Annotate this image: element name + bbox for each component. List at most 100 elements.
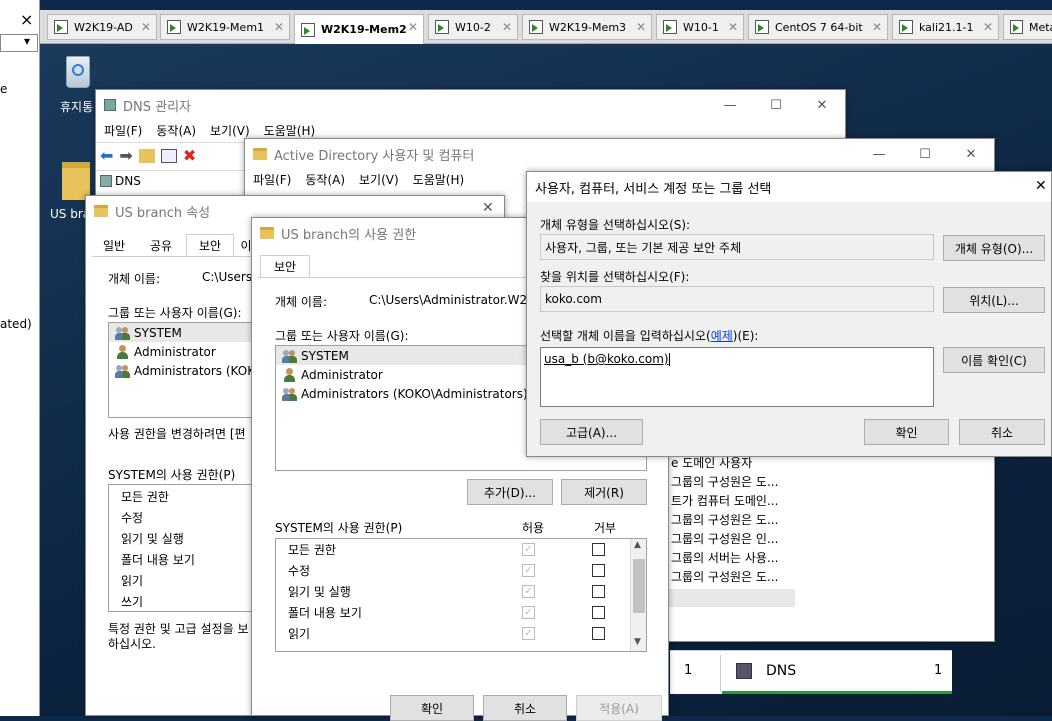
- perm-row: 폴더 내용 보기: [121, 553, 195, 567]
- host-close-icon[interactable]: ×: [20, 10, 33, 29]
- close-icon[interactable]: ✕: [799, 90, 845, 120]
- list-item[interactable]: Administrators (KOKO: [109, 361, 267, 380]
- dns-window-controls: — ☐ ✕: [707, 90, 845, 120]
- list-item[interactable]: 그룹의 구성원은 도...: [665, 472, 825, 491]
- close-tab-icon[interactable]: ✕: [502, 20, 512, 34]
- up-folder-icon[interactable]: [138, 148, 155, 163]
- cancel-button[interactable]: 취소: [959, 419, 1045, 445]
- perm-list[interactable]: 모든 권한 수정 읽기 및 실행 폴더 내용 보기 읽기 쓰기: [108, 484, 268, 612]
- folder-icon: [94, 205, 108, 217]
- vm-tab-label: W2K19-Mem3: [549, 20, 627, 34]
- vm-tab[interactable]: W2K19-Mem3 ✕: [522, 14, 652, 40]
- close-icon[interactable]: ✕: [482, 200, 494, 216]
- select-title-bar[interactable]: 사용자, 컴퓨터, 서비스 계정 또는 그룹 선택: [527, 172, 1051, 202]
- vm-tab[interactable]: W2K19-AD ✕: [47, 14, 157, 40]
- list-item[interactable]: Administrator: [109, 342, 267, 361]
- vm-power-icon: [899, 20, 913, 34]
- delete-icon[interactable]: ✖: [183, 146, 196, 165]
- tab[interactable]: 보안: [186, 234, 234, 256]
- allow-checkbox[interactable]: ✓: [522, 627, 535, 640]
- close-icon[interactable]: ✕: [1035, 178, 1047, 194]
- dns-menu-item[interactable]: 동작(A): [156, 122, 196, 139]
- list-item[interactable]: 그룹의 서버는 사용...: [665, 548, 825, 567]
- add-button[interactable]: 추가(D)...: [467, 479, 553, 505]
- close-tab-icon[interactable]: ✕: [408, 20, 418, 34]
- forward-arrow-icon[interactable]: ➡: [119, 146, 132, 165]
- vm-tab[interactable]: W2K19-Mem1 ✕: [160, 14, 290, 40]
- ok-button[interactable]: 확인: [390, 695, 474, 721]
- list-item[interactable]: 그룹의 구성원은 인...: [665, 529, 825, 548]
- list-item[interactable]: 그룹의 구성원은 도...: [665, 510, 825, 529]
- tab[interactable]: 공유: [138, 234, 184, 256]
- maximize-icon[interactable]: ☐: [902, 139, 948, 169]
- user-list[interactable]: SYSTEM Administrator Administrators (KOKO: [108, 322, 268, 418]
- ad-menu-item[interactable]: 보기(V): [359, 171, 399, 188]
- dns-menu-item[interactable]: 파일(F): [104, 122, 142, 139]
- location-button[interactable]: 위치(L)...: [943, 287, 1045, 313]
- vm-tab[interactable]: Metas: [1003, 14, 1052, 40]
- scroll-up-icon[interactable]: ▲: [634, 540, 641, 550]
- maximize-icon[interactable]: ☐: [753, 90, 799, 120]
- properties-title: US branch 속성: [115, 205, 211, 221]
- host-dropdown[interactable]: [0, 34, 38, 52]
- dns-menu-item[interactable]: 보기(V): [210, 122, 250, 139]
- advanced-button[interactable]: 고급(A)...: [540, 419, 643, 445]
- vm-tab[interactable]: kali21.1-1 ✕: [892, 14, 999, 40]
- object-type-button[interactable]: 개체 유형(O)...: [943, 235, 1045, 261]
- deny-checkbox[interactable]: [592, 543, 605, 556]
- tab[interactable]: 일반: [92, 234, 136, 256]
- deny-checkbox[interactable]: [592, 564, 605, 577]
- allow-checkbox[interactable]: ✓: [522, 606, 535, 619]
- deny-checkbox[interactable]: [592, 627, 605, 640]
- close-tab-icon[interactable]: ✕: [274, 20, 284, 34]
- vm-tab[interactable]: W10-1 ✕: [656, 14, 744, 40]
- perm-scrollbar[interactable]: ▲ ▼: [630, 539, 646, 651]
- back-arrow-icon[interactable]: ⬅: [100, 146, 113, 165]
- remove-button[interactable]: 제거(R): [561, 479, 647, 505]
- dns-menu-item[interactable]: 도움말(H): [264, 122, 316, 139]
- properties-icon[interactable]: [160, 148, 177, 163]
- close-tab-icon[interactable]: ✕: [728, 20, 738, 34]
- close-tab-icon[interactable]: ✕: [636, 20, 646, 34]
- tab-security[interactable]: 보안: [260, 255, 310, 277]
- group-icon: [282, 349, 298, 363]
- ad-menu-item[interactable]: 도움말(H): [413, 171, 465, 188]
- close-tab-icon[interactable]: ✕: [983, 20, 993, 34]
- scroll-down-icon[interactable]: ▼: [634, 637, 641, 647]
- close-tab-icon[interactable]: ✕: [141, 20, 151, 34]
- list-item[interactable]: 트가 컴퓨터 도메인...: [665, 491, 825, 510]
- deny-checkbox[interactable]: [592, 585, 605, 598]
- allow-checkbox[interactable]: ✓: [522, 585, 535, 598]
- list-item-label: SYSTEM: [301, 348, 349, 363]
- perm-label: 수정: [288, 564, 311, 578]
- recycle-bin-icon[interactable]: [60, 52, 96, 92]
- ok-button[interactable]: 확인: [864, 419, 949, 445]
- vm-tab[interactable]: W2K19-Mem2 ✕: [294, 14, 424, 44]
- chevron-down-icon[interactable]: ▾: [24, 34, 30, 48]
- ad-window-controls: — ☐ ✕: [856, 139, 994, 169]
- deny-checkbox[interactable]: [592, 606, 605, 619]
- object-type-label: 개체 유형을 선택하십시오(S):: [540, 218, 691, 232]
- scroll-thumb[interactable]: [633, 559, 645, 613]
- minimize-icon[interactable]: —: [707, 90, 753, 120]
- enter-names-label: 선택할 개체 이름을 입력하십시오(예제)(E):: [540, 327, 758, 344]
- apply-button[interactable]: 적용(A): [576, 695, 662, 721]
- allow-checkbox[interactable]: ✓: [522, 543, 535, 556]
- close-icon[interactable]: ✕: [948, 139, 994, 169]
- list-item[interactable]: SYSTEM: [109, 323, 267, 342]
- ad-menu-item[interactable]: 파일(F): [253, 171, 291, 188]
- object-name-value: C:\Users: [202, 270, 253, 284]
- group-icon: [115, 326, 131, 340]
- list-item[interactable]: 그룹의 구성원은 도...: [665, 567, 825, 586]
- allow-checkbox[interactable]: ✓: [522, 564, 535, 577]
- close-tab-icon[interactable]: ✕: [872, 20, 882, 34]
- examples-link[interactable]: 예제: [711, 329, 733, 343]
- object-names-textarea[interactable]: usa_b (b@koko.com): [540, 347, 934, 407]
- ad-menu-item[interactable]: 동작(A): [305, 171, 345, 188]
- cancel-button[interactable]: 취소: [483, 695, 567, 721]
- minimize-icon[interactable]: —: [856, 139, 902, 169]
- vm-tab[interactable]: W10-2 ✕: [428, 14, 518, 40]
- check-names-button[interactable]: 이름 확인(C): [943, 347, 1045, 373]
- perm-list[interactable]: 모든 권한 ✓ 수정 ✓ 읽기 및 실행 ✓ 폴더 내용 보기 ✓ 읽기 ✓: [275, 538, 647, 652]
- vm-tab[interactable]: CentOS 7 64-bit ✕: [748, 14, 888, 40]
